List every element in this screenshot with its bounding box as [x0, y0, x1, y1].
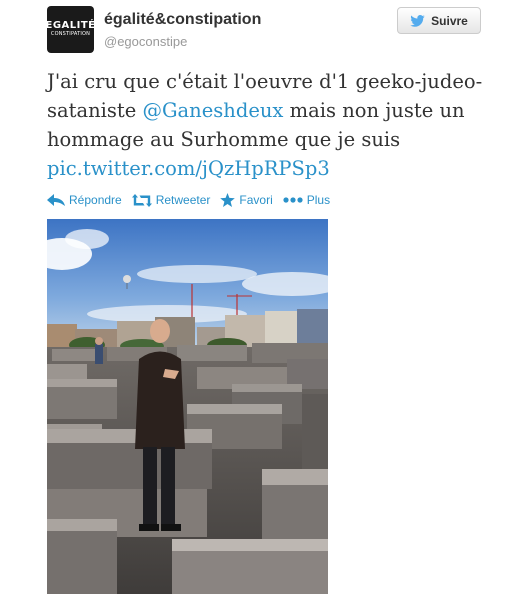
twitter-bird-icon: [410, 14, 425, 27]
tweet-photo[interactable]: [47, 219, 328, 594]
user-handle[interactable]: @egoconstipe: [104, 34, 187, 49]
reply-arrow-icon: [47, 194, 65, 206]
avatar-text-line1: EGALITÉ: [47, 20, 94, 31]
pic-link[interactable]: pic.twitter.com/jQzHpRPSp3: [47, 157, 330, 180]
tweet-text: J'ai cru que c'était l'oeuvre d'1 geeko-…: [47, 67, 487, 183]
favorite-button[interactable]: Favori: [220, 193, 273, 207]
mention-link[interactable]: @Ganeshdeux: [142, 99, 283, 122]
tweet-actions: Répondre Retweeter Favori Plus: [47, 190, 340, 210]
follow-button[interactable]: Suivre: [397, 7, 481, 34]
avatar[interactable]: EGALITÉ CONSTIPATION: [47, 6, 94, 53]
favorite-label: Favori: [239, 193, 273, 207]
tweet-header: EGALITÉ CONSTIPATION égalité&constipatio…: [0, 0, 532, 60]
display-name[interactable]: égalité&constipation: [104, 11, 261, 29]
more-label: Plus: [306, 193, 331, 207]
retweet-label: Retweeter: [155, 193, 211, 207]
more-dots-icon: [283, 197, 303, 203]
retweet-icon: [131, 193, 152, 207]
avatar-text-line2: CONSTIPATION: [50, 31, 91, 37]
retweet-button[interactable]: Retweeter: [131, 193, 211, 207]
reply-button[interactable]: Répondre: [47, 193, 122, 207]
more-button[interactable]: Plus: [283, 193, 330, 207]
photo-memorial-scene: [47, 219, 328, 594]
reply-label: Répondre: [69, 193, 122, 207]
star-icon: [220, 193, 236, 207]
follow-button-label: Suivre: [431, 13, 468, 28]
